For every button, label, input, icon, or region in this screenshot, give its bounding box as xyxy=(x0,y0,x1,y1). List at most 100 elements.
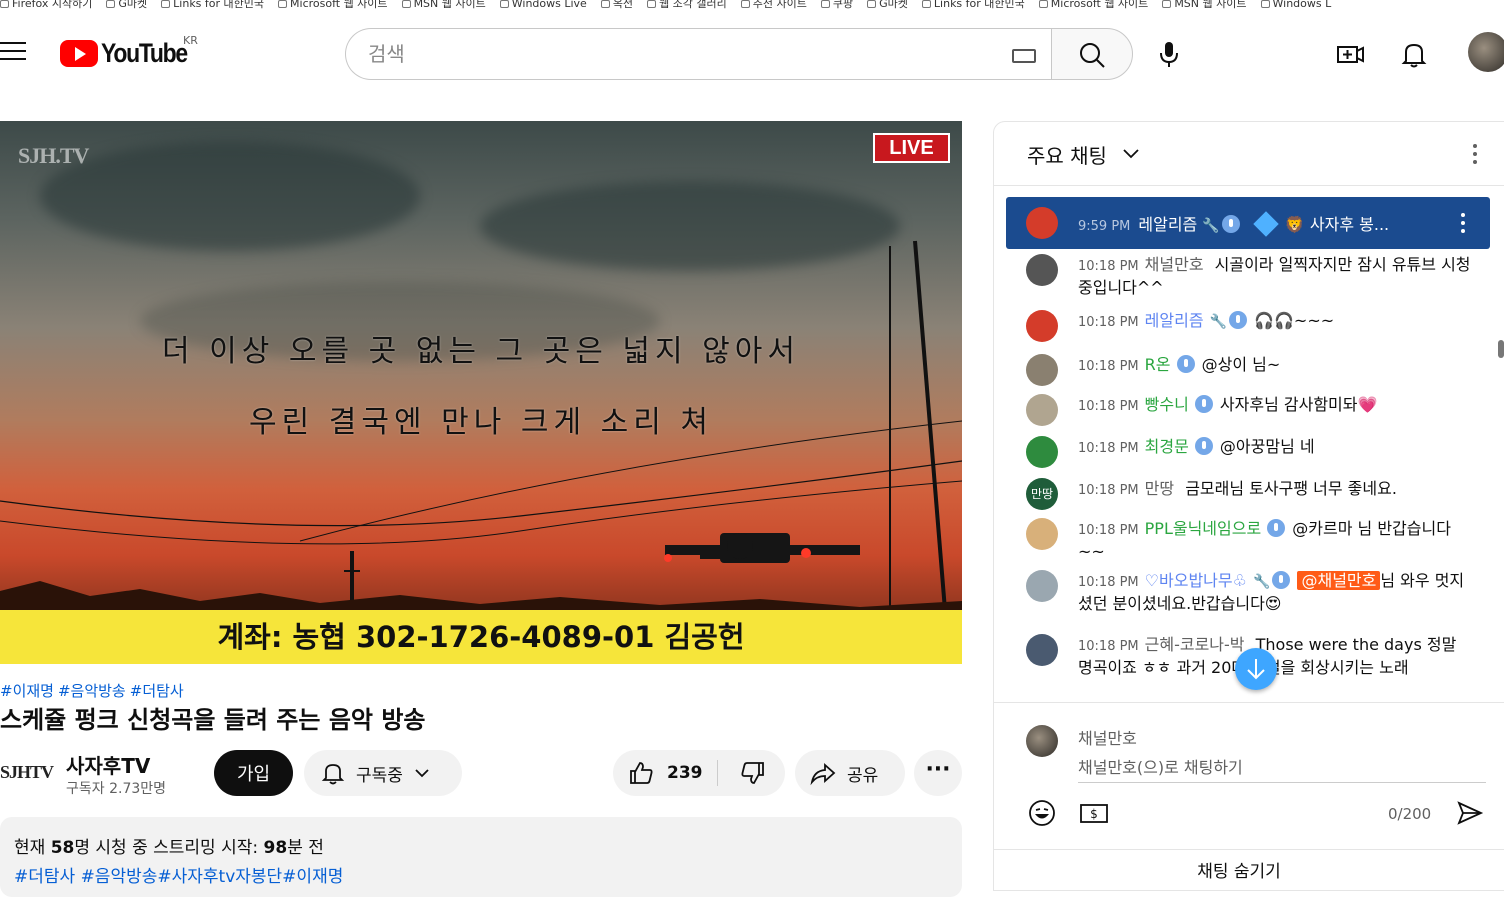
channel-avatar[interactable]: SJHTV xyxy=(0,752,54,792)
message-author[interactable]: 근혜-코로나-박 xyxy=(1145,635,1245,654)
hashtag-link[interactable]: #음악방송 xyxy=(58,682,126,700)
bookmark-label: 웹 조각 갤러리 xyxy=(659,0,727,10)
member-badge-icon xyxy=(1267,519,1286,537)
chat-message-input[interactable] xyxy=(1078,753,1486,783)
share-button[interactable]: 공유 xyxy=(795,750,905,796)
search-icon xyxy=(1080,43,1105,68)
bookmark-label: G마켓 xyxy=(118,0,148,10)
search-input[interactable] xyxy=(368,29,988,79)
message-time: 9:59 PM xyxy=(1078,219,1131,234)
message-time: 10:18 PM xyxy=(1078,441,1139,456)
bookmark-item[interactable]: Links for 대한민국 xyxy=(921,0,1025,10)
chevron-down-icon xyxy=(415,769,429,778)
bookmark-item[interactable]: 추천 사이트 xyxy=(740,0,807,10)
region-label: KR xyxy=(183,34,198,47)
message-author[interactable]: 빵수니 xyxy=(1145,395,1189,414)
chat-message[interactable]: 10:18 PM R온 @상이 님~ xyxy=(1026,354,1476,386)
chat-input-area: 채널만호 $ 0/200 채팅 숨기기 xyxy=(994,702,1504,890)
bookmark-label: Firefox 시작하기 xyxy=(12,0,93,10)
bookmark-item[interactable]: Links for 대한민국 xyxy=(161,0,264,10)
bookmark-label: Links for 대한민국 xyxy=(933,0,1025,10)
more-actions-button[interactable]: ··· xyxy=(914,750,962,796)
like-dislike-group: 239 xyxy=(613,750,785,796)
top-bar: YouTube KR xyxy=(0,14,1504,94)
join-button[interactable]: 가입 xyxy=(214,750,293,796)
bookmark-label: G마켓 xyxy=(879,0,908,10)
bookmark-icon xyxy=(921,0,931,8)
chat-message[interactable]: 10:18 PM 채널만호 시골이라 일찍자지만 잠시 유튜브 시청중입니다^^ xyxy=(1026,254,1476,298)
bookmark-label: Windows L xyxy=(1272,0,1332,10)
message-text: @아꿍맘님 네 xyxy=(1219,437,1315,456)
hashtag-link[interactable]: #더탐사 xyxy=(130,682,184,700)
youtube-logo[interactable]: YouTube KR xyxy=(60,34,202,68)
message-author[interactable]: PPL울닉네임으로 xyxy=(1145,519,1262,538)
chat-message[interactable]: 10:18 PM 최경문 @아꿍맘님 네 xyxy=(1026,436,1476,468)
avatar xyxy=(1026,254,1058,286)
divider xyxy=(717,760,718,786)
notifications-button[interactable] xyxy=(1396,36,1432,72)
search-box xyxy=(345,28,1051,80)
chat-scrollbar[interactable] xyxy=(1498,340,1504,358)
bookmark-item[interactable]: Microsoft 웹 사이트 xyxy=(278,0,388,10)
bookmark-icon xyxy=(647,0,657,8)
bookmark-item[interactable]: 쿠팡 xyxy=(820,0,853,10)
pinned-message[interactable]: 9:59 PM 레알리즘 🔧 🦁 사자후 봉... xyxy=(1006,197,1490,249)
more-vert-icon[interactable] xyxy=(1472,142,1478,166)
bookmark-item[interactable]: MSN 웹 사이트 xyxy=(1162,0,1247,10)
description-hashtags[interactable]: #더탐사 #음악방송#사자후tv자봉단#이재명 xyxy=(14,862,948,887)
message-author: 레알리즘 xyxy=(1138,215,1198,234)
channel-name[interactable]: 사자후TV xyxy=(66,750,150,779)
avatar: 만땅 xyxy=(1026,478,1058,510)
avatar xyxy=(1026,570,1058,602)
chat-message[interactable]: 10:18 PM 레알리즘 🔧 🎧🎧~~~ xyxy=(1026,310,1476,342)
message-author[interactable]: ♡바오밥나무♧ xyxy=(1145,571,1247,590)
hashtag-link[interactable]: #이재명 xyxy=(0,682,54,700)
bookmark-item[interactable]: Windows L xyxy=(1260,0,1332,10)
subscribed-button[interactable]: 구독중 xyxy=(304,750,462,796)
share-label: 공유 xyxy=(847,765,879,786)
message-author[interactable]: 채널만호 xyxy=(1145,255,1204,274)
message-author[interactable]: 만땅 xyxy=(1145,479,1174,498)
like-button[interactable]: 239 xyxy=(613,750,717,796)
search-button[interactable] xyxy=(1051,28,1133,80)
hide-chat-button[interactable]: 채팅 숨기기 xyxy=(994,849,1504,890)
chat-message[interactable]: 만땅 10:18 PM 만땅 금모래님 토사구팽 너무 좋네요. xyxy=(1026,478,1476,510)
dislike-button[interactable] xyxy=(725,750,781,796)
bookmark-item[interactable]: G마켓 xyxy=(867,0,908,10)
message-author[interactable]: 레알리즘 xyxy=(1145,311,1204,330)
chevron-down-icon[interactable] xyxy=(1122,144,1140,162)
diamond-icon xyxy=(1253,211,1279,237)
bookmark-icon xyxy=(401,0,411,8)
keyboard-icon[interactable] xyxy=(1012,49,1036,63)
chat-mode-selector[interactable]: 주요 채팅 xyxy=(1027,140,1107,169)
video-player[interactable]: SJH.TV LIVE 더 이상 오를 곳 없는 그 곳은 넓지 않아서 우린 … xyxy=(0,121,962,664)
bookmark-item[interactable]: G마켓 xyxy=(106,0,147,10)
message-author[interactable]: R온 xyxy=(1145,355,1171,374)
menu-icon[interactable] xyxy=(0,42,26,62)
bookmark-item[interactable]: MSN 웹 사이트 xyxy=(401,0,486,10)
emoji-icon[interactable] xyxy=(1028,799,1056,827)
lyric-line-1: 더 이상 오를 곳 없는 그 곳은 넓지 않아서 xyxy=(162,334,800,369)
bookmark-item[interactable]: 웹 조각 갤러리 xyxy=(647,0,727,10)
video-title: 스케쥴 펑크 신청곡을 들려 주는 음악 방송 xyxy=(0,706,426,734)
create-button[interactable] xyxy=(1332,36,1368,72)
mention-chip: @채널만호 xyxy=(1297,571,1381,590)
bookmark-item[interactable]: Microsoft 웹 사이트 xyxy=(1038,0,1149,10)
chat-header: 주요 채팅 xyxy=(994,122,1504,186)
bookmark-item[interactable]: Windows Live xyxy=(499,0,587,10)
chat-message[interactable]: 10:18 PM PPL울닉네임으로 @카르마 님 반갑습니다~~ xyxy=(1026,518,1476,562)
message-author[interactable]: 최경문 xyxy=(1145,437,1189,456)
send-icon[interactable] xyxy=(1456,799,1484,827)
description-box[interactable]: 현재 58명 시청 중 스트리밍 시작: 98분 전 #더탐사 #음악방송#사자… xyxy=(0,817,962,897)
more-vert-icon[interactable] xyxy=(1460,211,1466,235)
bookmark-item[interactable]: Firefox 시작하기 xyxy=(0,0,92,10)
voice-search-button[interactable] xyxy=(1147,32,1191,76)
message-time: 10:18 PM xyxy=(1078,523,1139,538)
bookmark-label: Microsoft 웹 사이트 xyxy=(1050,0,1149,10)
bookmark-item[interactable]: 옥션 xyxy=(600,0,633,10)
super-chat-icon[interactable]: $ xyxy=(1080,803,1108,825)
chat-message[interactable]: 10:18 PM ♡바오밥나무♧ 🔧 @채널만호 님 와우 멋지셨던 분이셨네요.반갑… xyxy=(1026,570,1476,614)
chat-message[interactable]: 10:18 PM 빵수니 사자후님 감사함미돠💗 xyxy=(1026,394,1476,426)
scroll-to-bottom-button[interactable] xyxy=(1235,648,1277,690)
account-avatar[interactable] xyxy=(1468,32,1504,72)
